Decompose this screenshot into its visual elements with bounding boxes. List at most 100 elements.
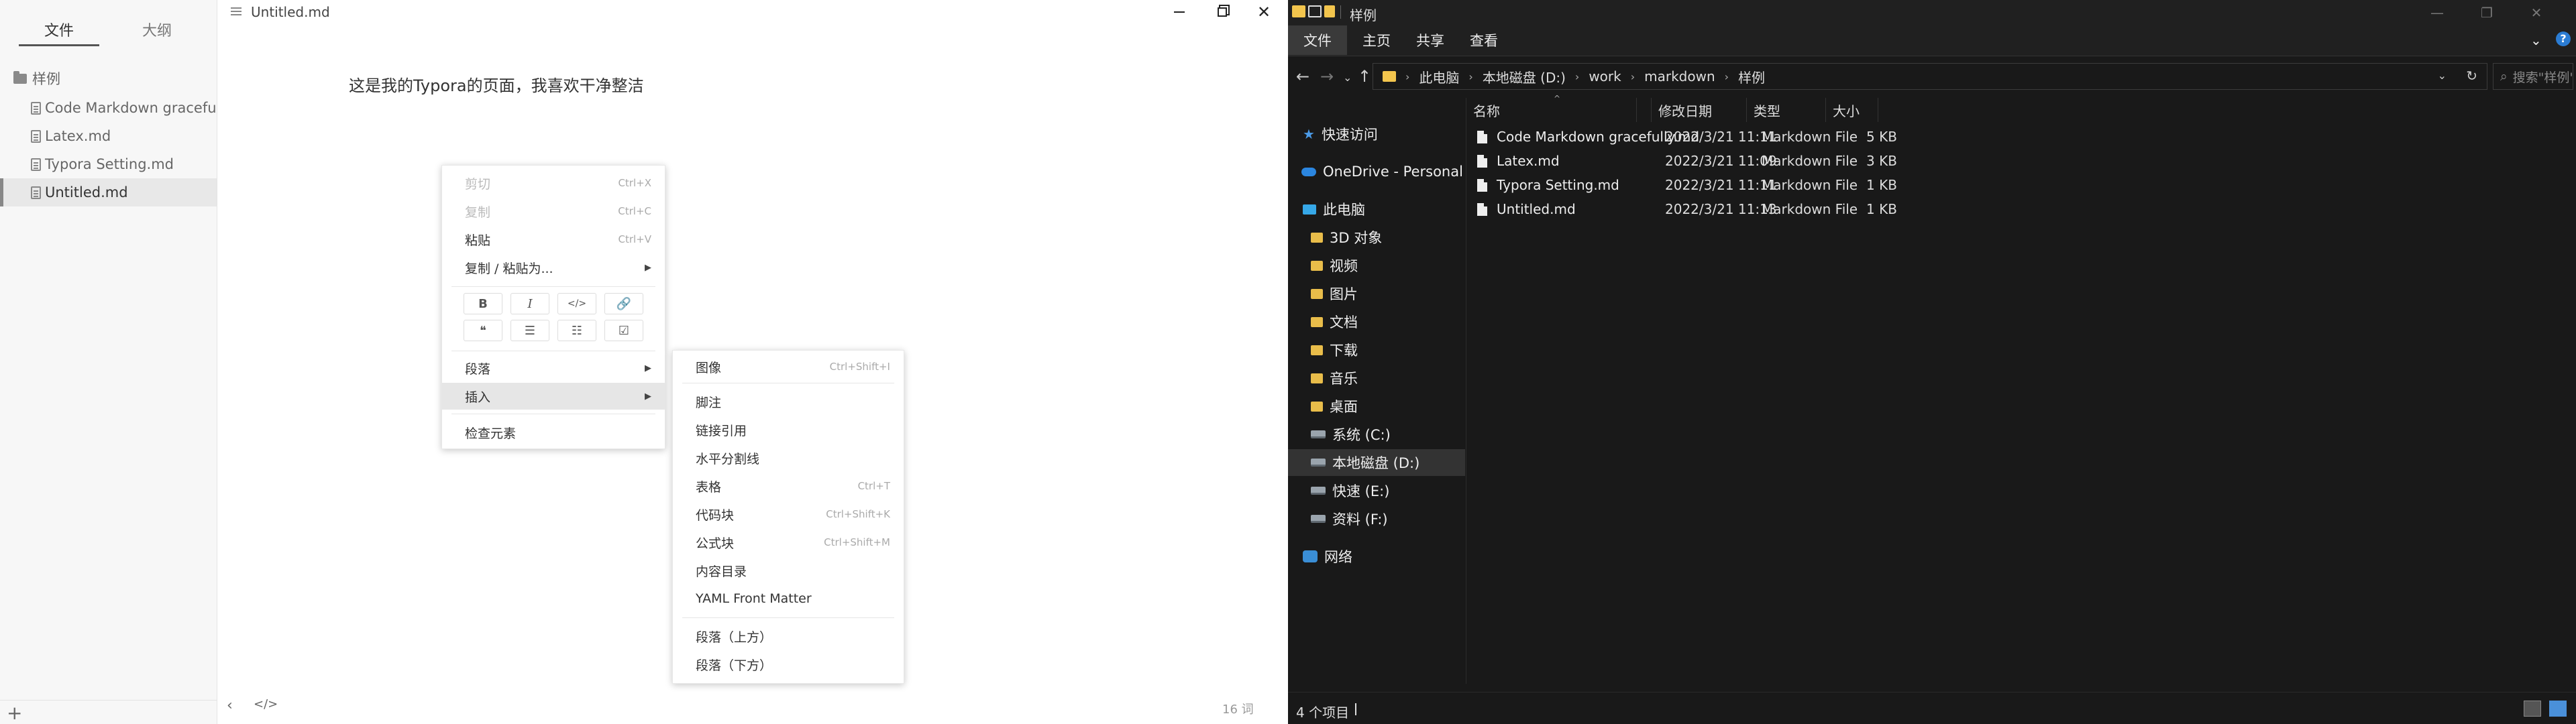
menu-item-cut[interactable]: 剪切 Ctrl+X (442, 170, 665, 196)
file-date: 2022/3/21 11:13 (1665, 201, 1777, 217)
nav-music[interactable]: 音乐 (1288, 365, 1465, 391)
submenu-item-table[interactable]: 表格 Ctrl+T (673, 473, 904, 499)
nav-documents[interactable]: 文档 (1288, 308, 1465, 335)
menu-item-label: 粘贴 (465, 233, 491, 248)
nav-drive-c[interactable]: 系统 (C:) (1288, 421, 1465, 448)
nav-drive-e[interactable]: 快速 (E:) (1288, 477, 1465, 504)
toggle-sidebar-icon[interactable]: ‹ (227, 697, 233, 714)
navigation-pane: ★ 快速访问 OneDrive - Personal 此电脑 3D 对象 视频 图… (1288, 98, 1466, 684)
nav-label: 图片 (1330, 286, 1358, 302)
item-count: 4 个项目 (1296, 705, 1350, 721)
column-header-date[interactable]: 修改日期 (1652, 98, 1747, 122)
tree-file-label: Code Markdown gracefully.md (45, 100, 217, 116)
nav-network[interactable]: 网络 (1288, 543, 1465, 570)
breadcrumb-item[interactable]: 此电脑 (1419, 67, 1459, 86)
column-header-type[interactable]: 类型 (1747, 98, 1826, 122)
maximize-button[interactable] (1202, 0, 1242, 24)
submenu-item-toc[interactable]: 内容目录 (673, 557, 904, 584)
unordered-list-button[interactable]: ☷ (557, 320, 596, 341)
nav-this-pc[interactable]: 此电脑 (1288, 196, 1465, 223)
file-type: Markdown File (1762, 153, 1858, 169)
nav-label: OneDrive - Personal (1323, 164, 1463, 180)
back-icon[interactable]: ← (1296, 67, 1309, 86)
address-bar[interactable]: › 此电脑 › 本地磁盘 (D:) › work › markdown › 样例… (1373, 63, 2487, 90)
minimize-button[interactable] (1159, 0, 1199, 24)
menu-item-insert[interactable]: 插入 ▶ (442, 383, 665, 410)
properties-icon[interactable] (1308, 5, 1322, 17)
quote-button[interactable]: ❝ (464, 320, 502, 341)
submenu-item-horizontal-rule[interactable]: 水平分割线 (673, 444, 904, 471)
tree-file[interactable]: Code Markdown gracefully.md (0, 94, 217, 122)
expand-ribbon-icon[interactable]: ⌄ (2530, 32, 2542, 48)
up-icon[interactable]: ↑ (1358, 67, 1371, 86)
maximize-button[interactable]: ❐ (2462, 0, 2512, 25)
submenu-item-image[interactable]: 图像 Ctrl+Shift+I (673, 353, 904, 380)
file-icon (1477, 178, 1487, 192)
search-box[interactable]: ⌕ 搜索"样例" (2493, 63, 2573, 90)
document-icon (31, 186, 41, 199)
nav-drive-d[interactable]: 本地磁盘 (D:) (1288, 449, 1465, 476)
close-button[interactable]: ✕ (2512, 0, 2561, 25)
nav-3d-objects[interactable]: 3D 对象 (1288, 224, 1465, 251)
column-header-size[interactable]: 大小 (1826, 98, 1878, 122)
tree-folder-sample[interactable]: 样例 (13, 68, 60, 88)
bold-button[interactable]: B (464, 293, 502, 314)
nav-downloads[interactable]: 下载 (1288, 337, 1465, 363)
chevron-down-icon[interactable]: ⌄ (2438, 69, 2447, 82)
nav-desktop[interactable]: 桌面 (1288, 393, 1465, 420)
link-button[interactable]: 🔗 (604, 293, 643, 314)
submenu-item-link-reference[interactable]: 链接引用 (673, 416, 904, 443)
details-view-icon[interactable] (2524, 701, 2541, 717)
breadcrumb-item[interactable]: markdown (1644, 68, 1715, 84)
nav-videos[interactable]: 视频 (1288, 252, 1465, 279)
menu-item-paragraph[interactable]: 段落 ▶ (442, 355, 665, 381)
refresh-icon[interactable]: ↻ (2466, 68, 2477, 84)
nav-onedrive[interactable]: OneDrive - Personal (1288, 158, 1465, 185)
tab-files[interactable]: 文件 (19, 19, 99, 40)
tab-outline[interactable]: 大纲 (117, 19, 197, 40)
tree-file[interactable]: Latex.md (0, 122, 217, 150)
new-folder-icon[interactable] (1324, 5, 1335, 17)
title-separator (1340, 5, 1341, 19)
add-file-icon[interactable]: + (7, 702, 22, 724)
tree-file[interactable]: Typora Setting.md (0, 150, 217, 178)
submenu-item-footnote[interactable]: 脚注 (673, 388, 904, 415)
task-list-button[interactable]: ☑ (604, 320, 643, 341)
close-button[interactable]: ✕ (1244, 0, 1284, 24)
ordered-list-button[interactable]: ☰ (511, 320, 549, 341)
ribbon-tab-home[interactable]: 主页 (1350, 25, 1403, 55)
drive-icon (1311, 459, 1326, 467)
submenu-item-paragraph-above[interactable]: 段落（上方） (673, 623, 904, 650)
menu-item-copy[interactable]: 复制 Ctrl+C (442, 198, 665, 225)
menu-item-paste[interactable]: 粘贴 Ctrl+V (442, 226, 665, 253)
submenu-item-yaml-front-matter[interactable]: YAML Front Matter (673, 585, 904, 612)
minimize-button[interactable]: — (2412, 0, 2462, 25)
tree-file-active[interactable]: Untitled.md (0, 178, 217, 206)
ribbon-tab-share[interactable]: 共享 (1403, 25, 1457, 55)
nav-quick-access[interactable]: ★ 快速访问 (1288, 121, 1465, 147)
breadcrumb-item[interactable]: work (1589, 68, 1621, 84)
source-mode-icon[interactable]: </> (254, 697, 278, 711)
tree-file-label: Typora Setting.md (45, 156, 174, 172)
menu-icon[interactable] (231, 7, 241, 15)
submenu-item-code-block[interactable]: 代码块 Ctrl+Shift+K (673, 501, 904, 528)
ribbon-tab-view[interactable]: 查看 (1457, 25, 1511, 55)
large-icons-view-icon[interactable] (2549, 701, 2567, 717)
forward-icon[interactable]: → (1320, 67, 1334, 86)
help-icon[interactable]: ? (2556, 32, 2571, 46)
inline-code-button[interactable]: </> (557, 293, 596, 314)
breadcrumb-item[interactable]: 本地磁盘 (D:) (1483, 67, 1566, 86)
nav-pictures[interactable]: 图片 (1288, 280, 1465, 307)
submenu-item-math-block[interactable]: 公式块 Ctrl+Shift+M (673, 529, 904, 556)
word-count[interactable]: 16 词 (1222, 700, 1254, 717)
menu-item-inspect-element[interactable]: 检查元素 (442, 419, 665, 446)
breadcrumb-item[interactable]: 样例 (1738, 67, 1765, 86)
italic-button[interactable]: I (511, 293, 549, 314)
editor-content[interactable]: 这是我的Typora的页面，我喜欢干净整洁 (349, 72, 644, 96)
menu-item-label: 检查元素 (465, 426, 517, 441)
ribbon-tab-file[interactable]: 文件 (1288, 25, 1347, 55)
submenu-item-paragraph-below[interactable]: 段落（下方） (673, 651, 904, 678)
recent-locations-icon[interactable]: ⌄ (1343, 71, 1352, 84)
nav-drive-f[interactable]: 资料 (F:) (1288, 505, 1465, 532)
menu-item-copy-paste-as[interactable]: 复制 / 粘贴为... ▶ (442, 254, 665, 281)
